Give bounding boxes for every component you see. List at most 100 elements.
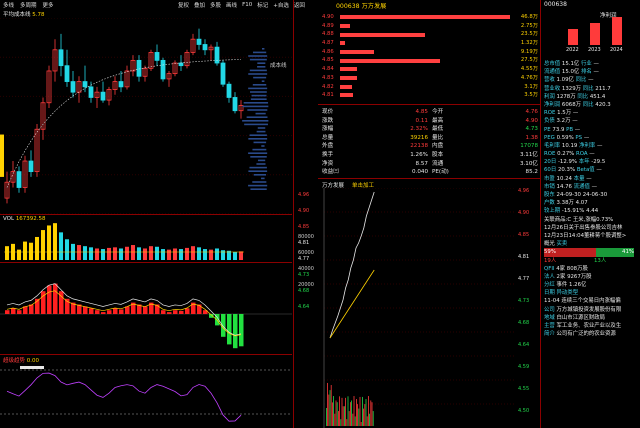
intraday-price-axis-label: 4.77 <box>298 256 309 262</box>
intraday-right-axis-label: 4.90 <box>518 210 529 216</box>
order-book-row[interactable]: 4.88 23.5万 <box>322 30 540 39</box>
intraday-volume-bar <box>332 402 333 426</box>
order-volume-bar <box>340 84 352 89</box>
volume-bar <box>83 246 87 260</box>
order-volume: 23.5万 <box>520 31 538 38</box>
quote-row: 涨幅 2.32% <box>322 125 428 134</box>
intraday-chart[interactable]: 4.96 4.90 4.85 4.81 4.77 4.73 4.68 4.64 80000 600… <box>296 188 540 428</box>
intraday-volume-bar <box>370 400 372 426</box>
cost-distribution-bar <box>261 177 265 180</box>
cost-distribution-bar <box>248 87 268 90</box>
draw-line-button[interactable]: 画线 <box>226 1 237 9</box>
ratio-value-2: -29.5 <box>591 159 606 166</box>
ratio-value-2: — <box>589 151 595 158</box>
quote-value: 1.38 <box>525 134 538 141</box>
metric-value: 6068万 <box>561 101 582 108</box>
order-volume-bar <box>340 50 374 55</box>
order-book-row[interactable]: 4.84 4.55万 <box>322 65 540 74</box>
restore-rights-button[interactable]: 复权 <box>178 1 189 9</box>
oscillator-chart[interactable] <box>0 362 292 426</box>
intraday-price-axis-label: 4.81 <box>298 240 309 246</box>
order-book-row[interactable]: 4.86 9.19万 <box>322 48 540 57</box>
ratio-value: 10.19 <box>561 142 578 149</box>
holder-value-2: 4.44 <box>586 208 599 215</box>
quote-row: 股本 3.11亿 <box>432 151 538 160</box>
volume-bar <box>107 247 111 260</box>
kline-candle-body <box>64 65 70 82</box>
order-book-row[interactable]: 4.82 3.1万 <box>322 83 540 92</box>
metric-value: 1.5万 <box>557 110 572 117</box>
quote-value: 4.85 <box>415 109 428 115</box>
quote-row: 内盘 17078 <box>432 142 538 151</box>
order-book-row[interactable]: 4.89 2.75万 <box>322 22 540 31</box>
order-price: 4.87 <box>322 40 334 47</box>
cost-distribution-bar <box>251 94 267 97</box>
intraday-volume-bar <box>358 408 360 426</box>
overlay-button[interactable]: 叠加 <box>194 1 205 9</box>
volume-bar <box>113 247 117 260</box>
stock-name: 万方发展 <box>361 3 387 10</box>
order-price: 4.81 <box>322 92 334 99</box>
macd-chart[interactable] <box>0 264 292 354</box>
intraday-right-axis-label: 4.96 <box>518 188 529 194</box>
intraday-volume-bar <box>338 411 339 426</box>
cost-distribution-bar <box>248 170 268 172</box>
ratio-value: -12.9% <box>557 159 578 166</box>
cost-distribution-bar <box>249 58 267 61</box>
cost-distribution-bar <box>253 174 267 176</box>
qfii-key: 法人 <box>544 273 555 280</box>
tab-more[interactable]: 更多 <box>43 1 54 9</box>
metric-row: ROE 1.5万 — <box>544 109 640 117</box>
order-book-row[interactable]: 4.83 4.76万 <box>322 74 540 83</box>
order-book-row[interactable]: 4.85 27.5万 <box>322 56 540 65</box>
stock-code: 000638 <box>336 3 360 10</box>
volume-bar <box>239 251 243 260</box>
metric-row: 流通值 15.0亿 排名 — <box>544 68 640 76</box>
metric-key: 营收 <box>544 77 555 84</box>
volume-bar <box>161 249 165 260</box>
metric-value-2: — <box>588 77 594 84</box>
ratio-value-2: — <box>596 142 603 149</box>
intraday-volume-bar <box>351 400 352 426</box>
event-sub-row: 日期 异动类型 <box>544 289 640 297</box>
f10-button[interactable]: F10 <box>242 2 252 8</box>
intraday-volume-bar <box>371 402 373 426</box>
ratio-value: 14.76 <box>556 183 572 190</box>
kline-candle-body <box>220 62 226 85</box>
volume-bar <box>173 248 177 260</box>
kline-candle-body <box>154 52 160 61</box>
event-head-value: 事件 <box>556 282 568 289</box>
order-book-row[interactable]: 4.81 3.5万 <box>322 91 540 100</box>
macd-histogram-bar <box>143 306 148 314</box>
volume-bar <box>155 246 159 260</box>
cost-distribution-bar <box>248 152 268 154</box>
multi-stock-button[interactable]: 多股 <box>210 1 221 9</box>
kline-chart[interactable] <box>0 18 292 214</box>
add-watchlist-button[interactable]: +自选 <box>273 1 289 9</box>
fundamentals-panel: 000638 净利润 2022 2023 2024 <box>544 1 640 51</box>
ratio-value: 73.9 <box>552 126 565 133</box>
intraday-volume-bar <box>340 419 342 426</box>
volume-bar <box>167 249 171 260</box>
quote-key: 现价 <box>322 109 334 115</box>
company-row: 简介 公司有广泛的的农业资源 <box>544 330 640 338</box>
qfii-value: 4家 <box>556 265 566 272</box>
quote-value: 3.11亿 <box>519 151 538 158</box>
ratio-key-2: 本量 <box>573 175 585 182</box>
metric-value-2: 420.3 <box>595 101 611 108</box>
quote-key: 流通 <box>432 160 444 167</box>
sentiment-tab[interactable]: 买卖 <box>557 241 568 247</box>
tab-multi-period[interactable]: 多周期 <box>20 1 37 9</box>
order-book-row[interactable]: 4.87 1.32万 <box>322 39 540 48</box>
quote-row: 总量 39216 <box>322 134 428 143</box>
quote-row: 最高 4.90 <box>432 117 538 126</box>
company-key: 主营 <box>544 323 555 329</box>
news-item: 12月23日14:04董耕蒋个股调整> <box>544 232 627 239</box>
intraday-volume-bar <box>330 385 332 426</box>
order-book-row[interactable]: 4.90 46.8万 <box>322 13 540 22</box>
macd-histogram-bar <box>89 308 94 314</box>
mark-button[interactable]: 标记 <box>257 1 268 9</box>
volume-chart[interactable] <box>0 222 292 260</box>
tab-multi-line[interactable]: 多线 <box>3 1 14 9</box>
intraday-volume-axis-label: 40000 <box>298 266 314 272</box>
